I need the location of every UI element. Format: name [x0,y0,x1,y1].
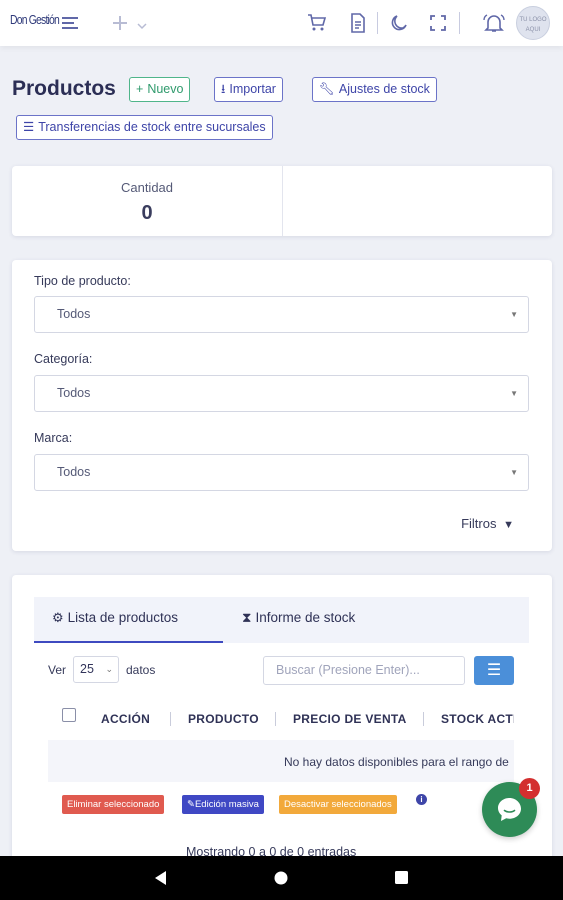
stock-transfers-button-label: Transferencias de stock entre sucursales [38,120,266,134]
caret-down-icon: ▼ [510,389,518,398]
select-all-checkbox[interactable] [62,708,76,722]
bell-icon[interactable] [482,13,506,33]
deactivate-selected-button[interactable]: Desactivar seleccionados [279,795,397,814]
plus-icon[interactable] [110,13,130,33]
edit-icon: ✎ [187,799,195,810]
column-header-sale-price[interactable]: PRECIO DE VENTA [293,712,407,726]
quantity-label: Cantidad [120,180,174,195]
brand-label: Marca: [34,431,73,445]
product-type-value: Todos [57,307,91,321]
wrench-icon: 🔧︎ [319,82,335,96]
filters-toggle[interactable]: Filtros ▼ [461,516,514,531]
menu-icon[interactable] [60,13,80,33]
page-size-select[interactable]: 25 ⌄ [73,656,119,683]
recents-icon[interactable] [395,871,408,889]
chevron-down-icon: ⌄ [105,664,113,674]
system-navigation-bar [0,856,563,900]
filters-card: Tipo de producto: Todos ▼ Categoría: Tod… [12,260,552,551]
search-input[interactable]: Buscar (Presione Enter)... [263,656,465,685]
brand-value: Todos [57,465,91,479]
stats-card: Cantidad 0 [12,166,552,236]
divider [282,166,283,236]
stock-adjust-button[interactable]: 🔧︎ Ajustes de stock [312,77,437,102]
caret-down-icon: ▼ [510,310,518,319]
empty-table-row: No hay datos disponibles para el rango d… [48,740,514,782]
page-size-value: 25 [80,662,94,676]
hourglass-icon: ⧗ [242,610,252,625]
column-list-button[interactable]: ☰ [474,656,514,685]
column-header-stock[interactable]: STOCK ACTI [441,712,514,726]
divider [377,12,378,34]
stock-adjust-button-label: Ajustes de stock [338,82,430,96]
caret-down-icon: ▼ [510,468,518,477]
bulk-edit-label: Edición masiva [194,799,259,810]
divider [275,712,276,726]
category-label: Categoría: [34,352,93,366]
tab-stock-report-label: Informe de stock [255,610,356,625]
column-header-product[interactable]: PRODUCTO [188,712,259,726]
tab-bar: ⚙︎ Lista de productos ⧗ Informe de stock [34,597,529,643]
top-bar: Don Gestión TU LOGO AQUI [0,0,563,46]
empty-message: No hay datos disponibles para el rango d… [284,755,509,769]
filter-icon: ▼ [503,519,514,531]
avatar[interactable]: TU LOGO AQUI [516,6,550,40]
divider [423,712,424,726]
divider [170,712,171,726]
download-icon: ⭳ [221,82,226,96]
cart-icon[interactable] [307,13,327,33]
brand-select[interactable]: Todos ▼ [34,454,529,491]
info-icon[interactable]: i [416,794,427,805]
cubes-icon: ⚙︎ [52,610,64,625]
list-icon: ☰ [486,662,502,679]
show-label: Ver [48,663,67,677]
home-icon[interactable] [274,871,288,890]
stock-transfers-button[interactable]: ☰ Transferencias de stock entre sucursale… [16,115,273,140]
category-value: Todos [57,386,91,400]
divider [459,12,460,34]
fullscreen-icon[interactable] [428,13,448,33]
product-type-label: Tipo de producto: [34,274,131,288]
chevron-down-icon[interactable] [136,19,148,31]
bulk-edit-button[interactable]: ✎Edición masiva [182,795,264,814]
tab-stock-report[interactable]: ⧗ Informe de stock [224,597,373,643]
import-button-label: Importar [229,82,276,96]
page-title: Productos [12,77,116,100]
new-button-label: Nuevo [147,82,184,96]
tab-product-list-label: Lista de productos [67,610,178,625]
plus-icon: + [136,82,144,96]
filters-label: Filtros [461,516,497,531]
category-select[interactable]: Todos ▼ [34,375,529,412]
delete-selected-button[interactable]: Eliminar seleccionado [62,795,165,814]
import-button[interactable]: ⭳ Importar [214,77,283,102]
back-icon[interactable] [153,870,167,891]
chat-notification-badge: 1 [519,778,540,799]
moon-icon[interactable] [389,13,409,33]
app-logo[interactable]: Don Gestión [10,12,60,27]
data-label: datos [126,663,156,677]
column-header-action[interactable]: ACCIÓN [101,712,150,726]
product-type-select[interactable]: Todos ▼ [34,296,529,333]
quantity-value: 0 [141,202,153,224]
document-icon[interactable] [348,13,368,33]
chat-bubble-icon [498,798,521,821]
new-button[interactable]: + Nuevo [129,77,191,102]
tab-product-list[interactable]: ⚙︎ Lista de productos [34,597,223,643]
list-icon: ☰ [23,120,35,134]
